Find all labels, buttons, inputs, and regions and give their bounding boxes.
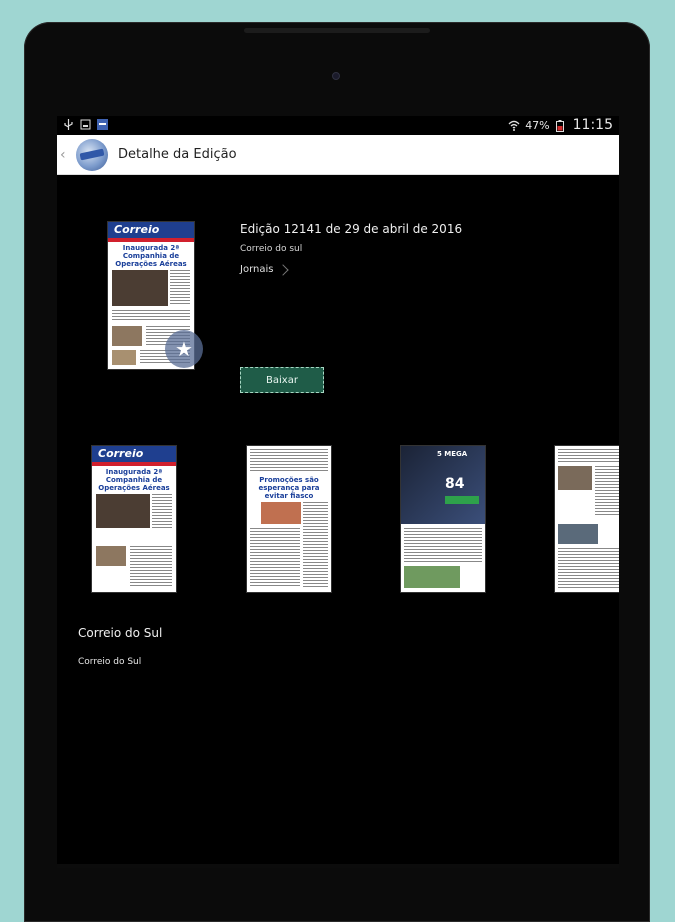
page-1-photo-small <box>96 546 126 566</box>
page-4-text-2 <box>558 548 619 588</box>
cover-masthead: Correio <box>108 222 194 238</box>
page-2-text-col <box>303 502 328 588</box>
chevron-left-icon[interactable]: ‹ <box>60 147 74 163</box>
speaker-grille <box>244 28 430 33</box>
page-1-headline: Inaugurada 2ª Companhia de Operações Aér… <box>98 468 170 492</box>
app-logo[interactable] <box>76 138 108 171</box>
battery-percent: 47% <box>525 118 550 132</box>
cover-headline: Inaugurada 2ª Companhia de Operações Aér… <box>115 244 187 268</box>
category-label: Jornais <box>240 264 274 275</box>
page-3-photo <box>404 566 460 588</box>
page-thumbnail-3[interactable]: 5 MEGA 84 <box>401 446 485 592</box>
front-camera <box>332 72 340 80</box>
app-bar: ‹ Detalhe da Edição <box>57 135 619 175</box>
bottom-strip <box>57 864 619 868</box>
usb-icon <box>63 119 74 130</box>
page-1-text-2 <box>130 546 172 588</box>
page-3-ad-title: 5 MEGA <box>437 450 468 458</box>
cover-text-column <box>170 270 190 306</box>
page-2-text <box>250 528 300 588</box>
edition-category-link[interactable]: Jornais <box>240 263 290 276</box>
page-4-text <box>595 466 619 516</box>
page-1-photo <box>96 494 150 528</box>
page-title: Detalhe da Edição <box>118 147 237 162</box>
page-3-ad-number: 84 <box>445 476 465 492</box>
status-bar: 47% 11:15 <box>57 116 619 135</box>
battery-icon <box>555 119 567 132</box>
page-4-heading <box>558 449 619 463</box>
app-notification-icon <box>97 119 108 130</box>
screen: 47% 11:15 ‹ Detalhe da Edição Correio In… <box>57 116 619 868</box>
edition-title: Edição 12141 de 29 de abril de 2016 <box>240 222 463 236</box>
page-3-text <box>404 528 482 564</box>
cover-photo-bottom <box>112 350 136 365</box>
page-2-table <box>250 449 328 473</box>
star-icon[interactable]: ★ <box>165 330 203 368</box>
download-notification-icon <box>80 119 91 130</box>
cover-photo-small <box>112 326 142 346</box>
cover-photo <box>112 270 168 306</box>
page-1-text <box>152 494 172 528</box>
status-clock: 11:15 <box>572 117 613 133</box>
page-thumbnail-2[interactable]: Promoções são esperança para evitar fias… <box>247 446 331 592</box>
section-title: Correio do Sul <box>78 626 163 640</box>
download-button[interactable]: Baixar <box>240 367 324 393</box>
edition-publisher: Correio do sul <box>240 244 303 254</box>
page-4-photo <box>558 466 592 490</box>
wifi-icon <box>508 120 520 131</box>
page-thumbnail-4[interactable] <box>555 446 619 592</box>
page-2-headline: Promoções são esperança para evitar fias… <box>258 476 320 500</box>
cover-text-block <box>112 310 190 322</box>
page-2-photo <box>261 502 301 524</box>
chevron-right-icon <box>277 263 290 276</box>
page-4-photo-2 <box>558 524 598 544</box>
page-3-ad-badge <box>445 496 479 504</box>
section-subtitle: Correio do Sul <box>78 657 142 667</box>
page-1-masthead: Correio <box>92 446 176 462</box>
page-thumbnail-1[interactable]: Correio Inaugurada 2ª Companhia de Opera… <box>92 446 176 592</box>
